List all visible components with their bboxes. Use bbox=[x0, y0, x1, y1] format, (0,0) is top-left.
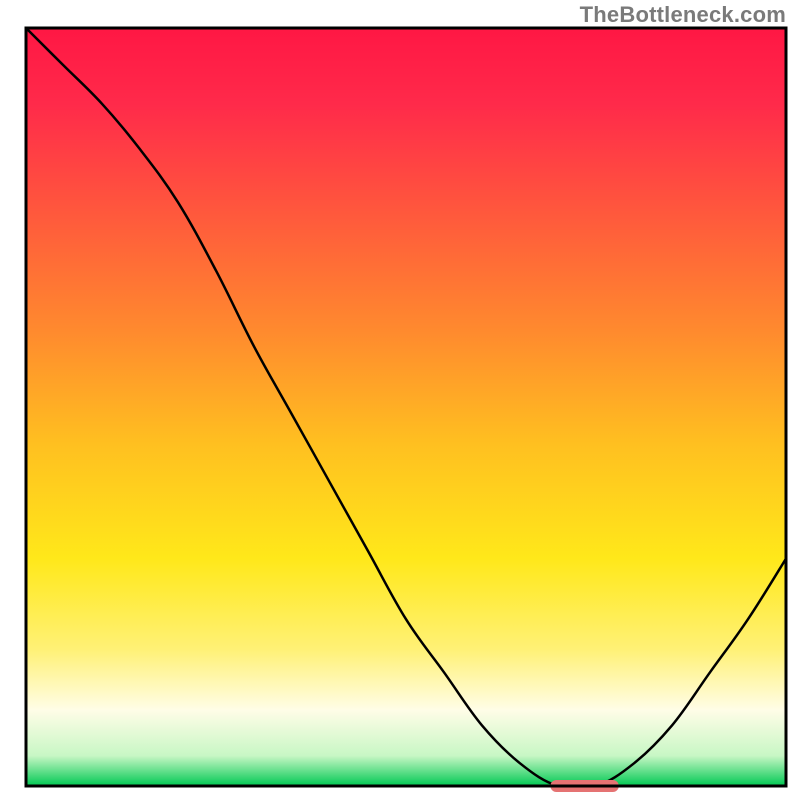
bottleneck-chart: TheBottleneck.com bbox=[0, 0, 800, 800]
chart-svg bbox=[0, 0, 800, 800]
watermark-text: TheBottleneck.com bbox=[580, 2, 786, 28]
plot-background bbox=[26, 28, 786, 786]
